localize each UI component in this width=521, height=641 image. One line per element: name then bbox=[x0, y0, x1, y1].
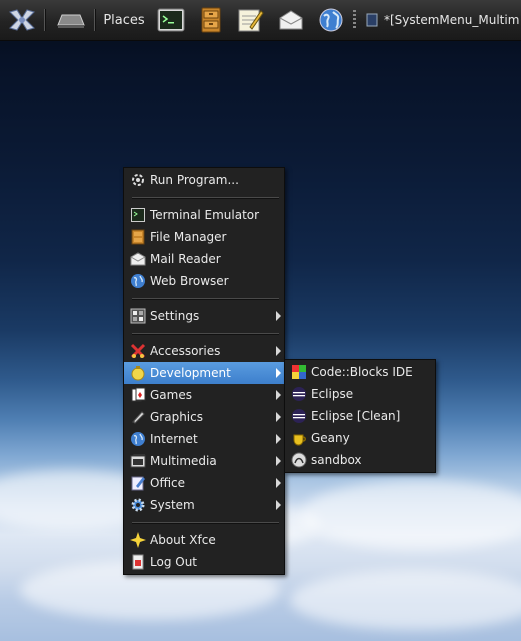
menu-item-mail-reader[interactable]: Mail Reader bbox=[124, 248, 284, 270]
menu-item-system[interactable]: System bbox=[124, 494, 284, 516]
menu-separator bbox=[124, 191, 284, 204]
xfce-menu-button[interactable] bbox=[4, 4, 40, 36]
submenu-item-codeblocks[interactable]: Code::Blocks IDE bbox=[285, 361, 435, 383]
file-manager-icon bbox=[131, 229, 145, 245]
text-editor-icon bbox=[238, 9, 264, 32]
menu-item-multimedia[interactable]: Multimedia bbox=[124, 450, 284, 472]
menu-item-terminal-emulator[interactable]: Terminal Emulator bbox=[124, 204, 284, 226]
menu-item-internet[interactable]: Internet bbox=[124, 428, 284, 450]
menu-item-web-browser[interactable]: Web Browser bbox=[124, 270, 284, 292]
submenu-arrow-icon bbox=[276, 311, 281, 321]
submenu-item-label: sandbox bbox=[311, 453, 362, 467]
menu-item-log-out[interactable]: Log Out bbox=[124, 551, 284, 573]
menu-item-label: File Manager bbox=[150, 230, 227, 244]
submenu-arrow-icon bbox=[276, 390, 281, 400]
panel-handle[interactable] bbox=[353, 10, 356, 30]
menu-item-label: Development bbox=[150, 366, 231, 380]
submenu-arrow-icon bbox=[276, 346, 281, 356]
submenu-item-eclipse-clean[interactable]: Eclipse [Clean] bbox=[285, 405, 435, 427]
menu-separator bbox=[124, 327, 284, 340]
menu-item-label: Accessories bbox=[150, 344, 221, 358]
xfce-logo-icon bbox=[9, 9, 35, 31]
submenu-arrow-icon bbox=[276, 412, 281, 422]
submenu-item-geany[interactable]: Geany bbox=[285, 427, 435, 449]
menu-item-about-xfce[interactable]: About Xfce bbox=[124, 529, 284, 551]
menu-item-label: Log Out bbox=[150, 555, 198, 569]
menu-item-label: Multimedia bbox=[150, 454, 217, 468]
menu-item-label: Graphics bbox=[150, 410, 203, 424]
menu-item-games[interactable]: Games bbox=[124, 384, 284, 406]
menu-item-file-manager[interactable]: File Manager bbox=[124, 226, 284, 248]
submenu-item-label: Eclipse [Clean] bbox=[311, 409, 401, 423]
menu-separator bbox=[124, 516, 284, 529]
graphics-icon bbox=[132, 411, 145, 424]
development-icon bbox=[131, 366, 145, 381]
submenu-arrow-icon bbox=[276, 500, 281, 510]
sandbox-icon bbox=[291, 452, 307, 468]
system-icon bbox=[131, 498, 145, 512]
text-editor-launcher[interactable] bbox=[234, 4, 266, 36]
menu-item-label: Terminal Emulator bbox=[150, 208, 260, 222]
submenu-item-sandbox[interactable]: sandbox bbox=[285, 449, 435, 471]
accessories-icon bbox=[130, 343, 146, 359]
menu-item-label: Web Browser bbox=[150, 274, 229, 288]
show-desktop-button[interactable] bbox=[54, 4, 88, 36]
submenu-item-label: Code::Blocks IDE bbox=[311, 365, 413, 379]
menu-item-development[interactable]: Development bbox=[124, 362, 284, 384]
menu-item-office[interactable]: Office bbox=[124, 472, 284, 494]
submenu-arrow-icon bbox=[276, 478, 281, 488]
submenu-item-label: Geany bbox=[311, 431, 350, 445]
menu-item-run-program[interactable]: Run Program... bbox=[124, 169, 284, 191]
internet-icon bbox=[131, 432, 145, 446]
menu-item-settings[interactable]: Settings bbox=[124, 305, 284, 327]
eclipse-icon bbox=[292, 387, 306, 401]
mail-icon bbox=[130, 252, 146, 266]
geany-icon bbox=[293, 434, 306, 446]
submenu-arrow-icon bbox=[276, 456, 281, 466]
office-icon bbox=[131, 476, 145, 491]
applications-menu: Run Program... Terminal Emulator File Ma… bbox=[123, 167, 285, 575]
file-manager-icon bbox=[201, 7, 221, 33]
web-browser-icon bbox=[131, 274, 145, 288]
codeblocks-icon bbox=[292, 365, 306, 379]
menu-item-label: Run Program... bbox=[150, 173, 239, 187]
run-program-icon bbox=[132, 174, 144, 186]
submenu-arrow-icon bbox=[276, 434, 281, 444]
terminal-launcher[interactable] bbox=[155, 4, 187, 36]
mail-icon bbox=[279, 10, 303, 30]
log-out-icon bbox=[132, 554, 144, 570]
menu-separator bbox=[124, 292, 284, 305]
menu-item-label: System bbox=[150, 498, 195, 512]
menu-item-label: Office bbox=[150, 476, 186, 490]
terminal-icon bbox=[157, 8, 185, 32]
places-button[interactable]: Places bbox=[99, 4, 149, 36]
window-icon bbox=[366, 13, 378, 27]
submenu-item-label: Eclipse bbox=[311, 387, 354, 401]
submenu-arrow-icon bbox=[276, 368, 281, 378]
games-icon bbox=[131, 387, 146, 402]
about-star-icon bbox=[130, 532, 146, 548]
menu-item-graphics[interactable]: Graphics bbox=[124, 406, 284, 428]
menu-item-label: Internet bbox=[150, 432, 198, 446]
taskbar-button[interactable]: *[SystemMenu_Multim bbox=[360, 4, 521, 36]
web-browser-launcher[interactable] bbox=[316, 4, 346, 36]
menu-item-label: Games bbox=[150, 388, 192, 402]
multimedia-icon bbox=[130, 454, 146, 468]
top-panel: Places *[SystemMenu_Multim bbox=[0, 0, 521, 41]
development-submenu: Code::Blocks IDE Eclipse Eclipse [Clean]… bbox=[284, 359, 436, 473]
menu-item-label: Settings bbox=[150, 309, 200, 323]
file-manager-launcher[interactable] bbox=[196, 4, 226, 36]
show-desktop-icon bbox=[57, 14, 85, 28]
menu-item-accessories[interactable]: Accessories bbox=[124, 340, 284, 362]
settings-icon bbox=[130, 308, 146, 324]
terminal-icon bbox=[131, 208, 145, 222]
mail-launcher[interactable] bbox=[276, 4, 306, 36]
menu-item-label: About Xfce bbox=[150, 533, 216, 547]
taskbar-title: *[SystemMenu_Multim bbox=[384, 13, 520, 27]
eclipse-icon bbox=[292, 409, 306, 423]
submenu-item-eclipse[interactable]: Eclipse bbox=[285, 383, 435, 405]
web-browser-icon bbox=[319, 8, 343, 32]
menu-item-label: Mail Reader bbox=[150, 252, 221, 266]
